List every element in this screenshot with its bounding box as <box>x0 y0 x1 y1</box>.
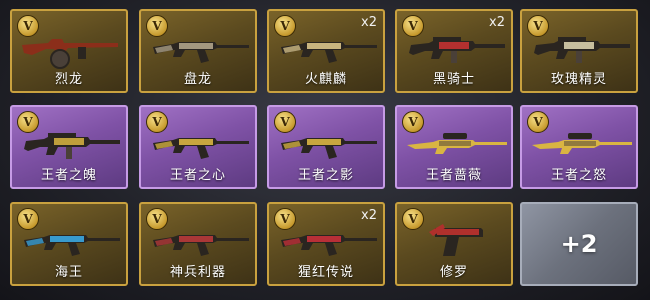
weapon-image-pistol <box>403 220 509 264</box>
weapon-card[interactable]: Vx2 火麒麟 <box>267 9 385 93</box>
weapon-image-m4 <box>528 27 634 71</box>
weapon-card[interactable]: V 海王 <box>10 202 128 286</box>
weapon-image-ak <box>275 220 381 264</box>
weapon-image-sniper <box>403 123 509 167</box>
weapon-card[interactable]: V 盘龙 <box>139 9 257 93</box>
weapon-image-m4 <box>403 27 509 71</box>
weapon-inventory-grid: V 烈龙 V 盘龙 Vx2 火麒麟 Vx2 黑骑士 V 玫瑰精灵 V 王者之魄 V <box>0 0 650 300</box>
weapon-name: 王者之魄 <box>40 168 97 183</box>
weapon-name: 王者蔷薇 <box>425 168 482 183</box>
weapon-card[interactable]: V 神兵利器 <box>139 202 257 286</box>
weapon-image-ak <box>275 123 381 167</box>
weapon-image-m4 <box>18 123 124 167</box>
weapon-image-ak <box>18 220 124 264</box>
weapon-card[interactable]: V 王者之影 <box>267 105 385 189</box>
weapon-name: 盘龙 <box>183 72 212 87</box>
more-count-label: +2 <box>560 230 598 258</box>
weapon-card[interactable]: V 修罗 <box>395 202 513 286</box>
weapon-name: 火麒麟 <box>304 72 347 87</box>
weapon-name: 海王 <box>54 265 83 280</box>
more-items-tile[interactable]: +2 <box>520 202 638 286</box>
weapon-image-ak <box>147 123 253 167</box>
weapon-image-sniper <box>528 123 634 167</box>
weapon-card[interactable]: V 烈龙 <box>10 9 128 93</box>
weapon-name: 烈龙 <box>54 72 83 87</box>
weapon-card[interactable]: V 王者之怒 <box>520 105 638 189</box>
weapon-card[interactable]: Vx2 黑骑士 <box>395 9 513 93</box>
weapon-image-ak <box>147 220 253 264</box>
weapon-card[interactable]: V 玫瑰精灵 <box>520 9 638 93</box>
weapon-name: 王者之影 <box>297 168 354 183</box>
weapon-image-ak <box>275 27 381 71</box>
weapon-name: 神兵利器 <box>169 265 226 280</box>
weapon-name: 王者之心 <box>169 168 226 183</box>
weapon-name: 玫瑰精灵 <box>550 72 607 87</box>
weapon-card[interactable]: V 王者之心 <box>139 105 257 189</box>
weapon-image-tommy <box>18 27 124 71</box>
weapon-name: 修罗 <box>439 265 468 280</box>
weapon-card[interactable]: V 王者蔷薇 <box>395 105 513 189</box>
weapon-card[interactable]: V 王者之魄 <box>10 105 128 189</box>
weapon-name: 猩红传说 <box>297 265 354 280</box>
weapon-image-ak <box>147 27 253 71</box>
weapon-name: 王者之怒 <box>550 168 607 183</box>
weapon-card[interactable]: Vx2 猩红传说 <box>267 202 385 286</box>
weapon-name: 黑骑士 <box>432 72 475 87</box>
